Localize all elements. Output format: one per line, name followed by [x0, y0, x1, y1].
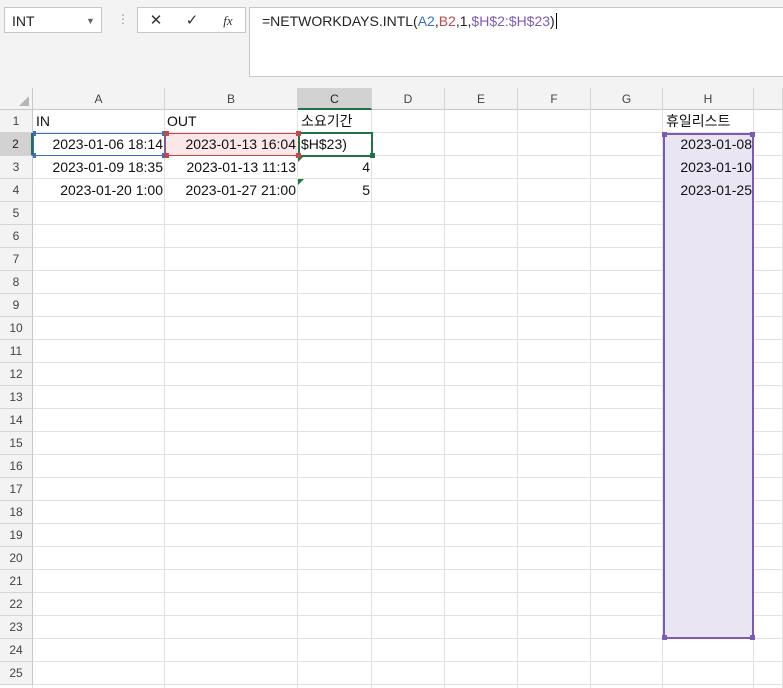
- column-header-b[interactable]: B: [165, 88, 298, 110]
- cell-c2[interactable]: $H$23): [298, 133, 372, 155]
- error-indicator-icon: [298, 179, 304, 185]
- cancel-icon[interactable]: ✕: [144, 11, 168, 31]
- cell-h1[interactable]: 휴일리스트: [663, 110, 754, 132]
- cell-a1[interactable]: IN: [33, 110, 165, 132]
- formula-part: =NETWORKDAYS.INTL(: [262, 13, 418, 29]
- cell-h4[interactable]: 2023-01-25: [663, 179, 754, 201]
- formula-input[interactable]: =NETWORKDAYS.INTL(A2,B2,1,$H$2:$H$23): [249, 7, 783, 77]
- gridline-horizontal: [33, 684, 783, 685]
- cell-c1[interactable]: 소요기간: [298, 110, 372, 132]
- name-box-value: INT: [12, 13, 35, 29]
- spreadsheet-grid: IN OUT 소요기간 휴일리스트 2023-01-06 18:14 2023-01-13…: [0, 88, 783, 688]
- formula-part: ,1,: [455, 13, 472, 29]
- formula-text: =NETWORKDAYS.INTL(A2,B2,1,$H$2:$H$23): [262, 13, 557, 29]
- column-header-next[interactable]: [754, 88, 783, 110]
- column-header-f[interactable]: F: [518, 88, 591, 110]
- column-header-c[interactable]: C: [298, 88, 372, 110]
- formula-part: ): [550, 13, 555, 29]
- cell-c4[interactable]: 5: [298, 179, 372, 201]
- gridline-vertical: [517, 110, 518, 688]
- range-handle[interactable]: [662, 132, 667, 137]
- cell-b1[interactable]: OUT: [165, 110, 298, 132]
- row-header-3[interactable]: 3: [0, 156, 33, 179]
- cell-h3[interactable]: 2023-01-10: [663, 156, 754, 178]
- row-header-25[interactable]: 25: [0, 662, 33, 685]
- enter-icon[interactable]: ✓: [180, 11, 204, 31]
- cell-b2[interactable]: 2023-01-13 16:04: [165, 133, 298, 155]
- corner-triangle-icon: [19, 96, 29, 106]
- range-handle[interactable]: [662, 635, 667, 640]
- fill-handle[interactable]: [370, 153, 375, 158]
- formula-buttons: ✕ ✓ fx: [137, 7, 246, 33]
- row-header-5[interactable]: 5: [0, 202, 33, 225]
- cell-b3[interactable]: 2023-01-13 11:13: [165, 156, 298, 178]
- column-header-a[interactable]: A: [33, 88, 165, 110]
- cell-a2[interactable]: 2023-01-06 18:14: [33, 133, 165, 155]
- row-header-1[interactable]: 1: [0, 110, 33, 133]
- row-header-22[interactable]: 22: [0, 593, 33, 616]
- row-header-23[interactable]: 23: [0, 616, 33, 639]
- row-header-11[interactable]: 11: [0, 340, 33, 363]
- gridline-horizontal: [33, 661, 783, 662]
- grip-icon[interactable]: ⋮: [117, 12, 129, 26]
- row-header-15[interactable]: 15: [0, 432, 33, 455]
- formula-bar-area: INT ▼ ⋮ ✕ ✓ fx =NETWORKDAYS.INTL(A2,B2,1…: [0, 0, 783, 88]
- row-header-20[interactable]: 20: [0, 547, 33, 570]
- column-header-e[interactable]: E: [445, 88, 518, 110]
- row-header-21[interactable]: 21: [0, 570, 33, 593]
- row-header-4[interactable]: 4: [0, 179, 33, 202]
- formula-part: A2: [417, 13, 435, 29]
- cell-a3[interactable]: 2023-01-09 18:35: [33, 156, 165, 178]
- column-header-h[interactable]: H: [663, 88, 754, 110]
- formula-part: $H$2:$H$23: [471, 13, 551, 29]
- row-header-17[interactable]: 17: [0, 478, 33, 501]
- row-header-16[interactable]: 16: [0, 455, 33, 478]
- row-header-6[interactable]: 6: [0, 225, 33, 248]
- name-box[interactable]: INT ▼: [4, 7, 102, 33]
- cell-h2[interactable]: 2023-01-08: [663, 133, 754, 155]
- row-header-13[interactable]: 13: [0, 386, 33, 409]
- range-handle[interactable]: [164, 153, 169, 158]
- cell-b4[interactable]: 2023-01-27 21:00: [165, 179, 298, 201]
- text-caret: [555, 13, 557, 29]
- range-handle[interactable]: [296, 153, 301, 158]
- row-header-24[interactable]: 24: [0, 639, 33, 662]
- range-handle[interactable]: [164, 131, 169, 136]
- cell-a4[interactable]: 2023-01-20 1:00: [33, 179, 165, 201]
- column-header-g[interactable]: G: [591, 88, 663, 110]
- insert-function-icon[interactable]: fx: [216, 11, 240, 31]
- row-header-10[interactable]: 10: [0, 317, 33, 340]
- range-handle[interactable]: [750, 132, 755, 137]
- select-all-button[interactable]: [0, 88, 33, 110]
- row-header-12[interactable]: 12: [0, 363, 33, 386]
- row-header-14[interactable]: 14: [0, 409, 33, 432]
- range-handle[interactable]: [750, 635, 755, 640]
- row-header-8[interactable]: 8: [0, 271, 33, 294]
- range-handle[interactable]: [296, 131, 301, 136]
- row-header-2[interactable]: 2: [0, 133, 33, 156]
- row-header-18[interactable]: 18: [0, 501, 33, 524]
- formula-part: B2: [438, 13, 456, 29]
- row-header-7[interactable]: 7: [0, 248, 33, 271]
- gridline-vertical: [444, 110, 445, 688]
- gridline-vertical: [590, 110, 591, 688]
- reference-range-h2-h23: [663, 133, 754, 639]
- row-header-19[interactable]: 19: [0, 524, 33, 547]
- cell-c3[interactable]: 4: [298, 156, 372, 178]
- chevron-down-icon[interactable]: ▼: [86, 16, 95, 26]
- row-header-9[interactable]: 9: [0, 294, 33, 317]
- column-header-d[interactable]: D: [372, 88, 445, 110]
